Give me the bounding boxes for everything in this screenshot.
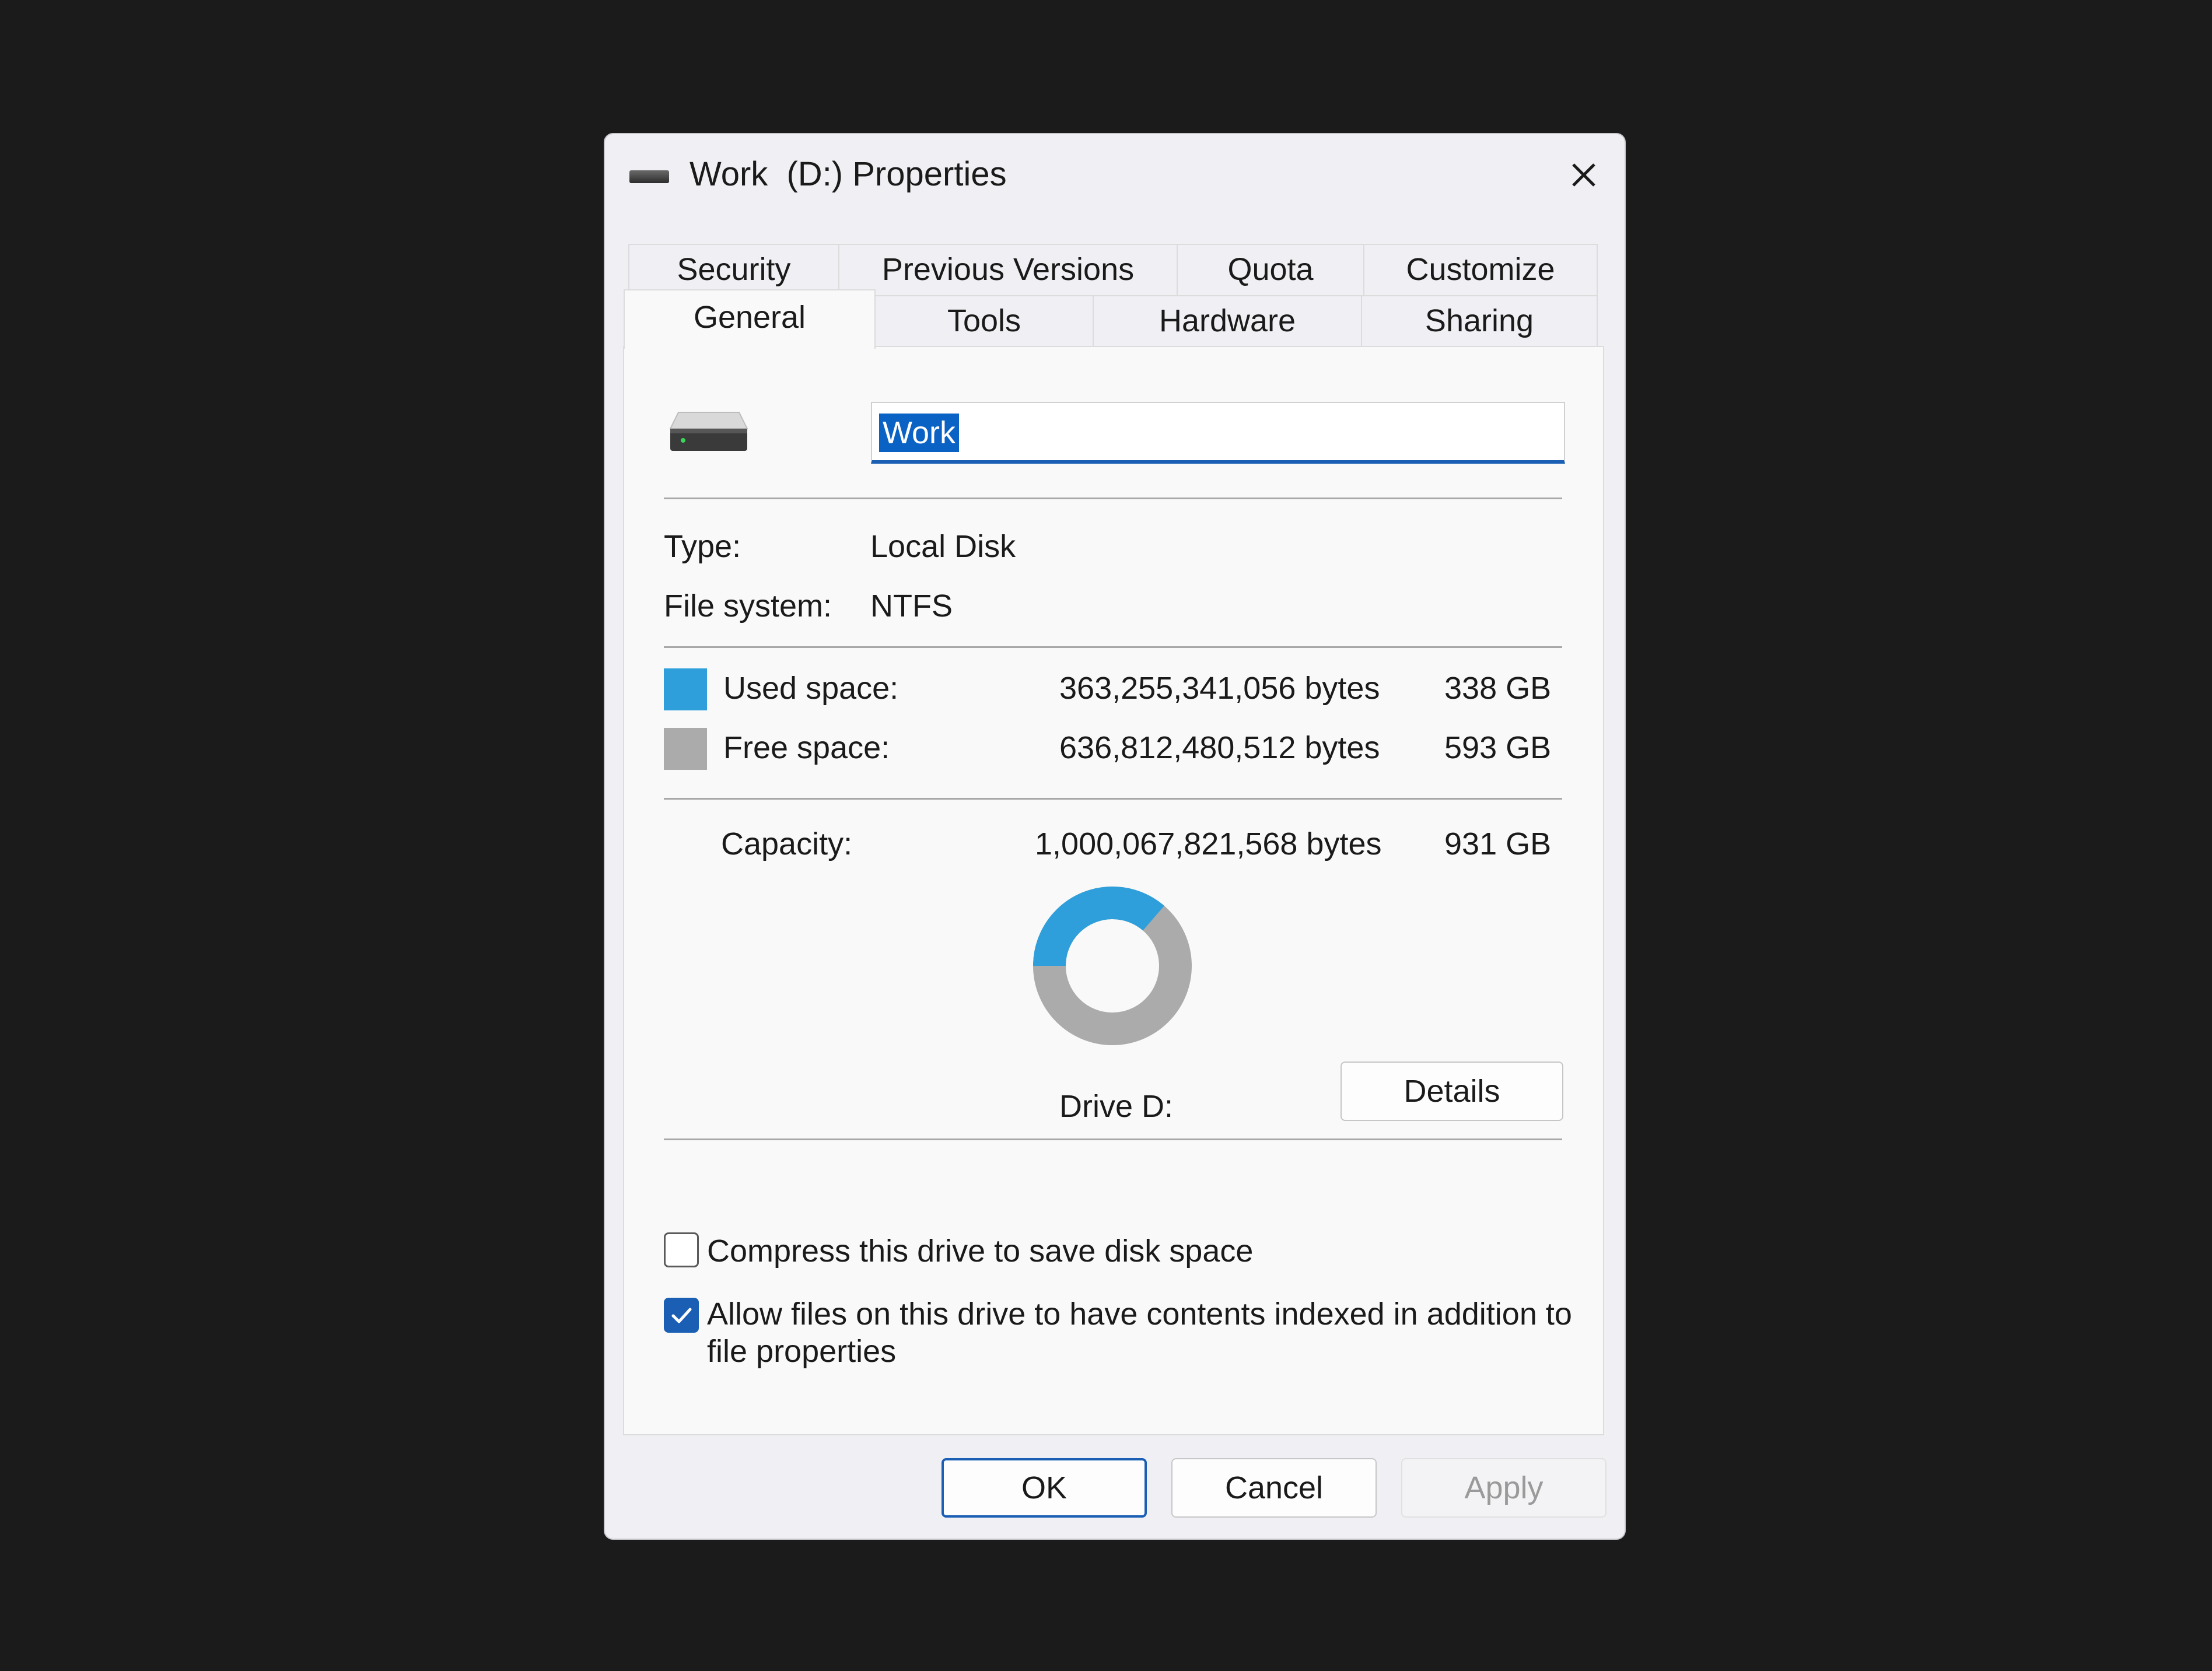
window-title: Work (D:) Properties <box>690 155 1007 193</box>
tab-sharing[interactable]: Sharing <box>1361 295 1598 349</box>
tab-general[interactable]: General <box>624 289 876 349</box>
ok-button[interactable]: OK <box>942 1458 1147 1518</box>
close-icon <box>1572 163 1595 187</box>
apply-button[interactable]: Apply <box>1401 1458 1606 1518</box>
type-label: Type: <box>664 529 741 564</box>
divider-4 <box>664 1138 1562 1140</box>
used-space-gb: 338 GB <box>1444 671 1552 706</box>
used-space-label: Used space: <box>723 671 899 706</box>
free-space-bytes: 636,812,480,512 bytes <box>1059 730 1380 765</box>
tab-quota[interactable]: Quota <box>1177 244 1364 296</box>
tab-security[interactable]: Security <box>628 244 839 296</box>
capacity-bytes: 1,000,067,821,568 bytes <box>1035 826 1382 861</box>
details-button[interactable]: Details <box>1340 1062 1563 1121</box>
divider-1 <box>664 498 1562 499</box>
compress-checkbox[interactable] <box>664 1232 699 1267</box>
disk-usage-donut <box>1031 884 1194 1048</box>
used-space-bytes: 363,255,341,056 bytes <box>1059 671 1380 706</box>
drive-name-text[interactable]: Work <box>879 414 960 452</box>
index-checkbox[interactable] <box>664 1298 699 1333</box>
index-label-line2[interactable]: file properties <box>707 1336 896 1367</box>
free-space-label: Free space: <box>723 730 890 765</box>
tab-previous-versions[interactable]: Previous Versions <box>838 244 1178 296</box>
drive-caption: Drive D: <box>1059 1089 1174 1124</box>
tab-hardware[interactable]: Hardware <box>1093 295 1362 349</box>
drive-name-input[interactable]: Work <box>871 402 1565 464</box>
tab-customize[interactable]: Customize <box>1363 244 1598 296</box>
title-bar[interactable]: Work (D:) Properties <box>605 134 1625 222</box>
divider-3 <box>664 798 1562 800</box>
free-space-swatch <box>664 728 707 770</box>
capacity-label: Capacity: <box>721 826 853 861</box>
divider-2 <box>664 646 1562 648</box>
checkmark-icon <box>671 1308 692 1323</box>
index-label-line1[interactable]: Allow files on this drive to have conten… <box>707 1298 1572 1330</box>
cancel-button[interactable]: Cancel <box>1171 1458 1377 1518</box>
type-value: Local Disk <box>870 529 1016 564</box>
tab-tools[interactable]: Tools <box>874 295 1094 349</box>
file-system-value: NTFS <box>870 588 953 623</box>
drive-icon <box>629 170 669 183</box>
compress-label[interactable]: Compress this drive to save disk space <box>707 1235 1253 1267</box>
close-button[interactable] <box>1560 152 1607 198</box>
used-space-swatch <box>664 668 707 710</box>
capacity-gb: 931 GB <box>1444 826 1552 861</box>
free-space-gb: 593 GB <box>1444 730 1552 765</box>
hard-drive-icon <box>668 405 750 455</box>
file-system-label: File system: <box>664 588 832 623</box>
